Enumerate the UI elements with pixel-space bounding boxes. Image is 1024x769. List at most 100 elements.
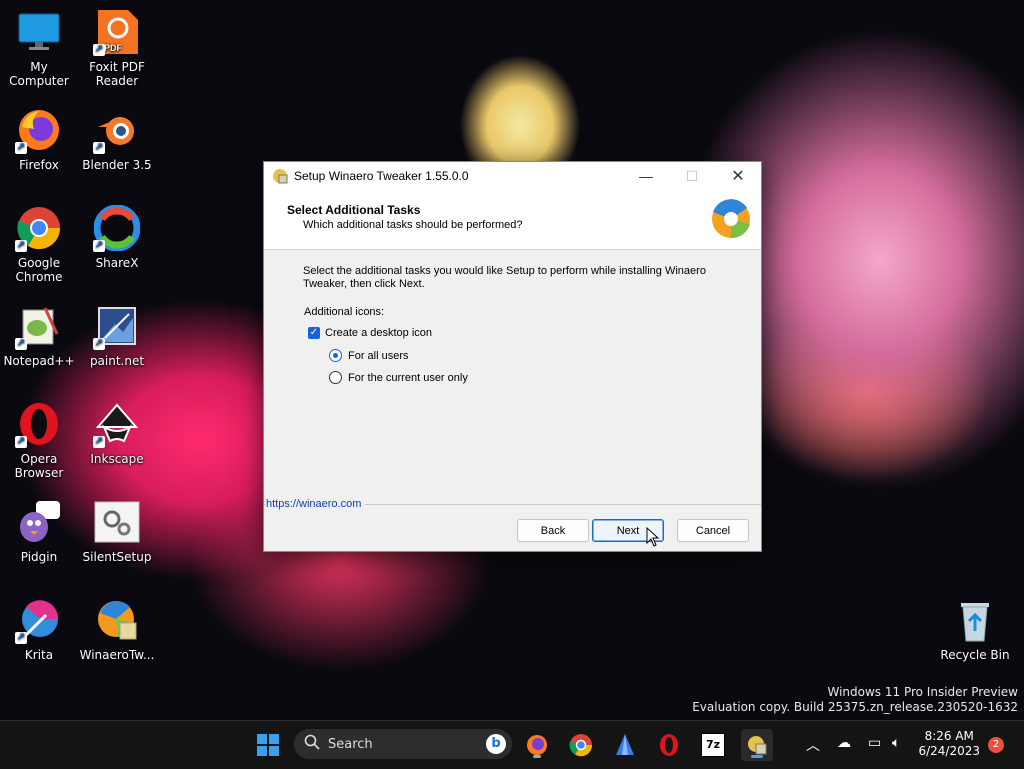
volume-icon[interactable]: 🔈︎ [892, 735, 900, 751]
close-button[interactable]: ✕ [715, 162, 761, 190]
shortcut-arrow-icon: ↗ [15, 632, 27, 644]
bing-icon[interactable]: b [486, 734, 506, 754]
desktop-icon-recycle-bin[interactable]: Recycle Bin [936, 596, 1014, 662]
network-icon[interactable]: ▭ [868, 735, 881, 751]
setup-app-icon [272, 168, 288, 184]
taskbar-search-box[interactable]: Search b [294, 729, 512, 759]
clock-time: 8:26 AM [924, 729, 974, 743]
taskbar-winaero-setup[interactable] [741, 729, 773, 761]
start-button[interactable] [252, 729, 284, 761]
monitor-icon [15, 8, 63, 56]
minimize-button[interactable]: — [623, 162, 669, 190]
active-indicator [751, 755, 763, 758]
additional-icons-label: Additional icons: [304, 306, 385, 318]
paintnet-icon: ↗ [93, 302, 141, 350]
radio-all-users-label: For all users [348, 349, 409, 362]
desktop-icon-checkbox[interactable]: ✓ Create a desktop icon [308, 327, 432, 339]
desktop-icon-label: My Computer [9, 60, 69, 88]
back-button[interactable]: Back [517, 519, 589, 542]
desktop-icon-label: Firefox [19, 158, 59, 172]
desktop-icon-blender[interactable]: ↗ Blender 3.5 [78, 106, 156, 172]
taskbar-chrome[interactable] [565, 729, 597, 761]
desktop-icon-label: ShareX [95, 256, 139, 270]
desktop-icon-sharex[interactable]: ↗ ShareX [78, 204, 156, 270]
app-icon [616, 734, 634, 755]
shortcut-arrow-icon: ↗ [93, 436, 105, 448]
chrome-icon [569, 734, 593, 757]
clock-date: 6/24/2023 [918, 744, 980, 758]
desktop-icon-label: Pidgin [20, 550, 58, 564]
opera-icon [660, 734, 678, 756]
radio-current-user-label: For the current user only [348, 371, 468, 384]
page-subheading: Which additional tasks should be perform… [303, 219, 523, 231]
chrome-icon: ↗ [15, 204, 63, 252]
mouse-cursor-icon [646, 526, 660, 551]
desktop-icon-checkbox-label: Create a desktop icon [325, 327, 433, 339]
taskbar-7zip[interactable]: 7z [697, 729, 729, 761]
shortcut-arrow-icon: ↗ [93, 240, 105, 252]
firefox-icon: ↗ [15, 106, 63, 154]
winaero-logo-icon [705, 196, 757, 247]
desktop-icon-label: Inkscape [90, 452, 144, 466]
desktop-icon-firefox[interactable]: ↗ Firefox [0, 106, 78, 172]
svg-text:PDF: PDF [104, 43, 123, 53]
desktop-icon-pidgin[interactable]: Pidgin [0, 498, 78, 564]
winaero-setup-icon [748, 736, 767, 755]
radio-all-users[interactable]: For all users [329, 349, 409, 362]
desktop-icon-chrome[interactable]: ↗ Google Chrome [0, 204, 78, 284]
clock[interactable]: 8:26 AM 6/24/2023 [918, 729, 980, 759]
dialog-titlebar[interactable]: Setup Winaero Tweaker 1.55.0.0 — ☐ ✕ [264, 162, 761, 190]
desktop-icon-label: Google Chrome [15, 256, 63, 284]
cancel-button[interactable]: Cancel [677, 519, 749, 542]
settings-gears-icon [93, 498, 141, 546]
pidgin-icon [15, 498, 63, 546]
inkscape-icon: ↗ [93, 400, 141, 448]
dialog-title: Setup Winaero Tweaker 1.55.0.0 [294, 169, 469, 183]
windows-start-icon [257, 734, 279, 756]
opera-icon: ↗ [15, 400, 63, 448]
show-hidden-icons-chevron-icon[interactable]: ︿ [806, 735, 820, 755]
shortcut-arrow-icon: ↗ [15, 142, 27, 154]
desktop-icon-paintnet[interactable]: ↗ paint.net [78, 302, 156, 368]
radio-selected-icon[interactable] [329, 349, 342, 362]
desktop-icon-silentsetup[interactable]: SilentSetup [78, 498, 156, 564]
desktop-icon-my-computer[interactable]: My Computer [0, 8, 78, 88]
desktop-icon-opera[interactable]: ↗ Opera Browser [0, 400, 78, 480]
desktop-icon-foxit[interactable]: PDF ↗ Foxit PDF Reader [78, 8, 156, 88]
onedrive-cloud-icon[interactable]: ☁ [837, 735, 851, 751]
maximize-button: ☐ [669, 162, 715, 190]
desktop-icon-label: SilentSetup [82, 550, 152, 564]
desktop-icon-winaerotweaker[interactable]: WinaeroTw... [78, 596, 156, 662]
desktop-icon-inkscape[interactable]: ↗ Inkscape [78, 400, 156, 466]
sharex-icon: ↗ [93, 204, 141, 252]
recycle-bin-icon [951, 596, 999, 644]
radio-unselected-icon[interactable] [329, 371, 342, 384]
taskbar-firefox[interactable] [521, 729, 553, 761]
search-label: Search [328, 736, 373, 752]
taskbar-app[interactable] [609, 729, 641, 761]
watermark-line1: Windows 11 Pro Insider Preview [827, 685, 1018, 699]
radio-current-user[interactable]: For the current user only [329, 371, 468, 384]
foxit-pdf-icon: PDF ↗ [93, 8, 141, 56]
desktop-icon-notepadpp[interactable]: ↗ Notepad++ [0, 302, 78, 368]
shortcut-arrow-icon: ↗ [15, 436, 27, 448]
running-indicator [533, 755, 541, 758]
desktop-icon-label: Krita [24, 648, 54, 662]
wizard-header: Select Additional Tasks Which additional… [264, 190, 761, 250]
taskbar-opera[interactable] [653, 729, 685, 761]
setup-dialog: Setup Winaero Tweaker 1.55.0.0 — ☐ ✕ Sel… [263, 161, 762, 552]
checkmark-icon[interactable]: ✓ [308, 327, 320, 339]
minimize-icon: — [639, 168, 653, 184]
desktop-icon-label: paint.net [89, 354, 145, 368]
desktop-icon-label: Foxit PDF Reader [89, 60, 145, 88]
desktop-icon-krita[interactable]: ↗ Krita [0, 596, 78, 662]
krita-icon: ↗ [15, 596, 63, 644]
desktop-icon-label: Blender 3.5 [82, 158, 152, 172]
blender-icon: ↗ [93, 106, 141, 154]
shortcut-arrow-icon: ↗ [15, 240, 27, 252]
shortcut-arrow-icon: ↗ [93, 142, 105, 154]
shortcut-arrow-icon: ↗ [93, 338, 105, 350]
notification-badge[interactable]: 2 [988, 737, 1004, 753]
desktop-icon-label: Notepad++ [3, 354, 75, 368]
winaero-link[interactable]: https://winaero.com [266, 498, 366, 510]
